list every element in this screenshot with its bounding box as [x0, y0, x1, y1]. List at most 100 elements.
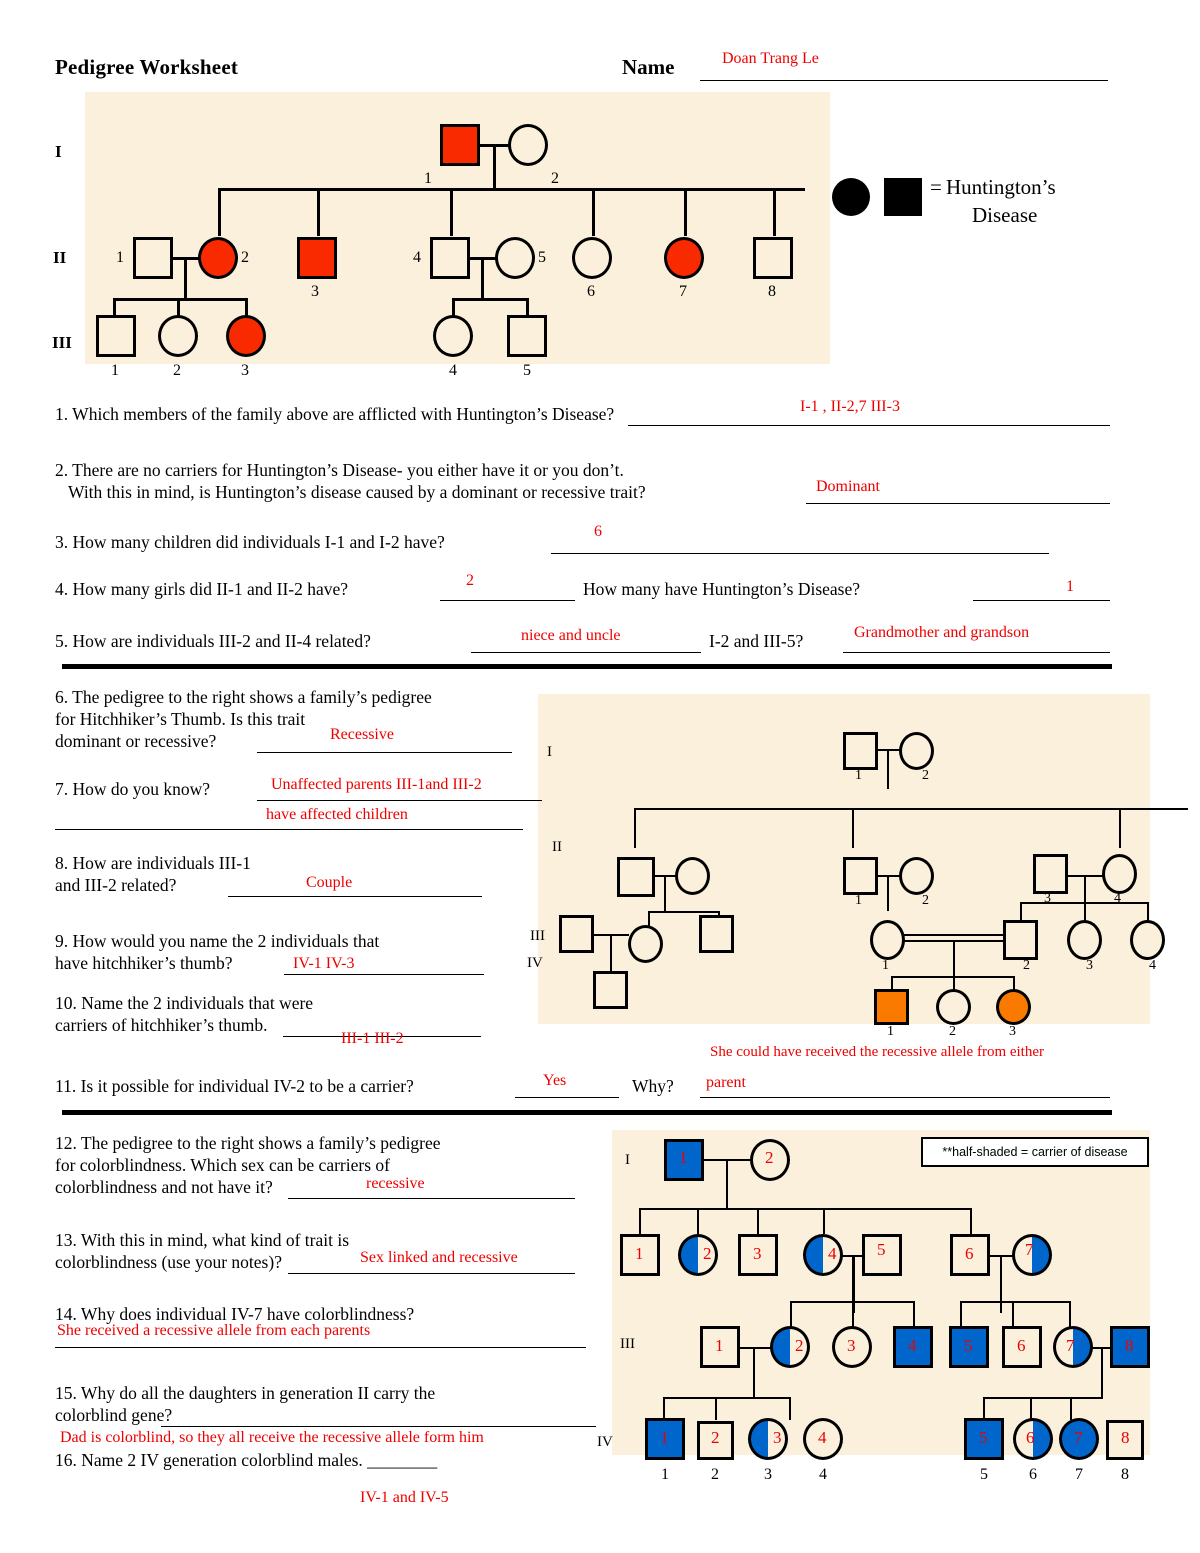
question-4-answer-1[interactable]: 2 — [466, 572, 474, 590]
pedigree2-individual-IV-1[interactable] — [874, 989, 909, 1025]
question-5-text: 5. How are individuals III-2 and II-4 re… — [55, 631, 371, 651]
legend-equals: = — [930, 175, 942, 199]
question-1-text: 1. Which members of the family above are… — [55, 404, 615, 424]
pedigree2-individual-IV-3[interactable] — [996, 989, 1031, 1025]
question-9-answer[interactable]: IV-1 IV-3 — [293, 955, 354, 973]
pedigree2-individual-II-4[interactable] — [1102, 854, 1137, 894]
question-12-answer[interactable]: recessive — [366, 1175, 425, 1193]
question-2-answer[interactable]: Dominant — [816, 478, 880, 496]
pedigree2-individual-III-4[interactable] — [1130, 920, 1165, 960]
pedigree3-individual-III-2[interactable] — [770, 1326, 810, 1368]
pedigree2-individual-II-L2[interactable] — [675, 857, 710, 895]
question-10-line2: carriers of hitchhiker’s thumb. — [55, 1015, 268, 1035]
pedigree3-bottom-label-8: 8 — [1121, 1466, 1129, 1483]
question-11-answer-2[interactable]: parent — [706, 1074, 746, 1092]
pedigree1-individual-II-8[interactable] — [753, 237, 793, 279]
pedigree3-label-IV-1: 1 — [660, 1428, 669, 1447]
question-6-answer[interactable]: Recessive — [330, 726, 394, 744]
pedigree3-drop-IV-1 — [663, 1397, 665, 1420]
pedigree1-label-II-1: 1 — [116, 249, 124, 266]
question-7-answer-2[interactable]: have affected children — [266, 806, 408, 824]
pedigree2-individual-IV-2[interactable] — [936, 989, 971, 1025]
pedigree3-bottom-label-2: 2 — [711, 1466, 719, 1483]
pedigree2-individual-IV-L1[interactable] — [593, 971, 628, 1009]
pedigree2-label-III-3: 3 — [1086, 958, 1093, 973]
pedigree3-label-II-1: 1 — [635, 1244, 644, 1263]
pedigree2-individual-III-2[interactable] — [1003, 920, 1038, 960]
pedigree3-individual-IV-3[interactable] — [748, 1418, 788, 1460]
pedigree2-individual-II-3[interactable] — [1033, 854, 1068, 894]
question-1-answer[interactable]: I-1 , II-2,7 III-3 — [800, 398, 900, 416]
question-16-answer[interactable]: IV-1 and IV-5 — [360, 1489, 449, 1507]
question-7-answer-1[interactable]: Unaffected parents III-1and III-2 — [271, 776, 482, 794]
pedigree3-drop-II-4 — [823, 1208, 825, 1234]
pedigree3-label-II-4: 4 — [828, 1244, 837, 1263]
pedigree1-label-III-4: 4 — [449, 362, 457, 379]
question-11-answer-1[interactable]: Yes — [543, 1072, 566, 1090]
pedigree1-descent-line-II-1-2 — [184, 257, 187, 300]
pedigree3-individual-II-2[interactable] — [678, 1234, 718, 1276]
question-11-answer-above[interactable]: She could have received the recessive al… — [710, 1044, 1044, 1061]
question-5-answer-1[interactable]: niece and uncle — [521, 627, 621, 645]
pedigree1-label-III-3: 3 — [241, 362, 249, 379]
pedigree3-drop-IV-5 — [983, 1397, 985, 1420]
pedigree3-drop-II-6 — [970, 1208, 972, 1234]
worksheet-page: Pedigree Worksheet Name Doan Trang Le I … — [0, 0, 1200, 1553]
pedigree1-individual-I-1[interactable] — [440, 124, 480, 166]
pedigree1-individual-III-1[interactable] — [96, 315, 136, 357]
question-10-answer[interactable]: III-1 III-2 — [341, 1030, 404, 1048]
pedigree1-label-II-2: 2 — [241, 249, 249, 266]
pedigree1-individual-II-7[interactable] — [664, 237, 704, 279]
pedigree2-individual-III-1[interactable] — [870, 920, 905, 960]
pedigree2-individual-III-L3[interactable] — [699, 915, 734, 953]
pedigree2-individual-III-L1[interactable] — [559, 915, 594, 953]
pedigree2-individual-I-1[interactable] — [843, 732, 878, 770]
pedigree2-individual-III-L2[interactable] — [628, 925, 663, 963]
question-13-answer[interactable]: Sex linked and recessive — [360, 1249, 518, 1267]
question-3-answer[interactable]: 6 — [594, 523, 602, 541]
pedigree2-individual-III-3[interactable] — [1067, 920, 1102, 960]
question-5-answer-2[interactable]: Grandmother and grandson — [854, 624, 1029, 642]
pedigree2-drop-III-3 — [1084, 902, 1086, 922]
pedigree3-label-IV-5: 5 — [979, 1428, 988, 1447]
pedigree1-individual-III-5[interactable] — [507, 315, 547, 357]
pedigree3-sibship-bar-III-right — [960, 1301, 1070, 1303]
pedigree2-gen-III-label: III — [530, 928, 545, 944]
pedigree1-individual-II-5[interactable] — [495, 237, 535, 279]
pedigree3-drop-IV-4 — [789, 1397, 791, 1420]
question-15-answer[interactable]: Dad is colorblind, so they all receive t… — [60, 1429, 484, 1447]
pedigree3-sibship-bar-II — [639, 1208, 972, 1210]
pedigree3-drop-IV-6 — [1030, 1397, 1032, 1420]
question-14-answer[interactable]: She received a recessive allele from eac… — [57, 1322, 370, 1340]
pedigree1-descent-line-I — [493, 144, 496, 190]
pedigree1-individual-I-2[interactable] — [508, 124, 548, 166]
pedigree1-individual-II-3[interactable] — [297, 237, 337, 279]
pedigree1-individual-II-6[interactable] — [572, 237, 612, 279]
question-11-rule-1 — [515, 1097, 619, 1098]
question-8-answer[interactable]: Couple — [306, 874, 352, 892]
pedigree2-label-II-4: 4 — [1114, 891, 1121, 906]
pedigree3-label-IV-2: 2 — [711, 1428, 720, 1447]
pedigree3-descent-line-III-1-2 — [753, 1347, 755, 1399]
pedigree3-individual-II-4[interactable] — [803, 1234, 843, 1276]
pedigree2-individual-I-2[interactable] — [899, 732, 934, 770]
pedigree1-label-III-1: 1 — [111, 362, 119, 379]
name-value[interactable]: Doan Trang Le — [722, 50, 819, 68]
filled-square-icon — [884, 178, 922, 216]
pedigree2-individual-II-2[interactable] — [899, 857, 934, 895]
question-12-line3: colorblindness and not have it? — [55, 1177, 273, 1197]
pedigree1-individual-III-2[interactable] — [158, 315, 198, 357]
pedigree1-individual-III-4[interactable] — [433, 315, 473, 357]
question-9-line2: have hitchhiker’s thumb? — [55, 953, 233, 973]
pedigree2-individual-II-L1[interactable] — [617, 857, 655, 897]
pedigree1-individual-II-1[interactable] — [133, 237, 173, 279]
pedigree1-individual-II-2[interactable] — [198, 237, 238, 279]
question-4-answer-2[interactable]: 1 — [1066, 578, 1074, 596]
question-8-rule — [228, 896, 482, 897]
pedigree3-label-IV-8: 8 — [1121, 1428, 1130, 1447]
question-15-line2: colorblind gene? — [55, 1405, 173, 1425]
pedigree2-individual-II-1[interactable] — [843, 857, 878, 895]
pedigree3-label-I-1: 1 — [679, 1148, 688, 1167]
pedigree1-individual-III-3[interactable] — [226, 315, 266, 357]
pedigree1-individual-II-4[interactable] — [430, 237, 470, 279]
